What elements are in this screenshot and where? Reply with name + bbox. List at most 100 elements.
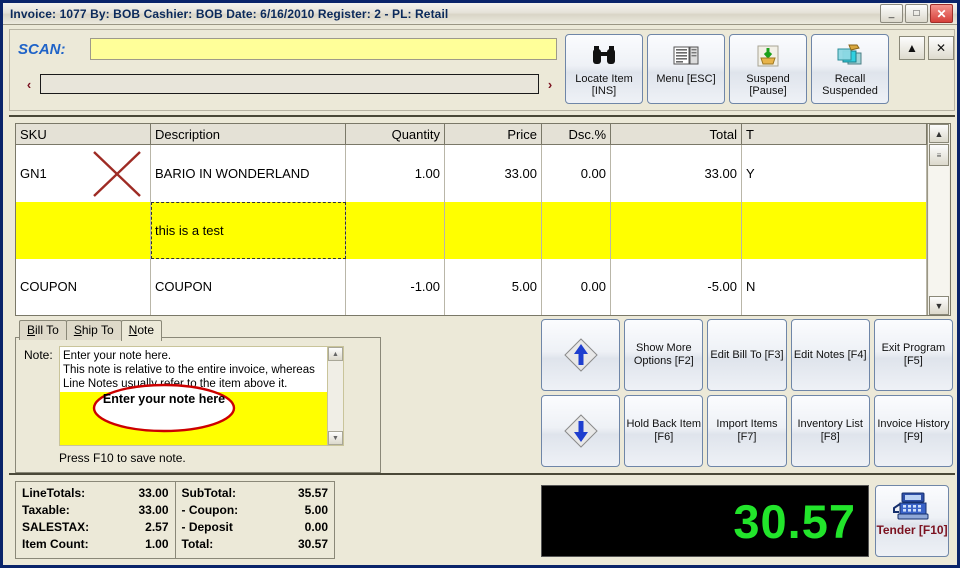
action-buttons: Show More Options [F2] Edit Bill To [F3]… bbox=[541, 319, 953, 467]
total-item-count: Item Count: 1.00 bbox=[22, 536, 169, 553]
suspend-basket-icon bbox=[756, 41, 780, 71]
cell-total: -5.00 bbox=[610, 258, 742, 315]
locate-item-label: Locate Item [INS] bbox=[575, 73, 633, 97]
close-panel-icon[interactable]: ✕ bbox=[928, 36, 954, 60]
column-header-discount[interactable]: Dsc.% bbox=[541, 124, 611, 145]
tender-button[interactable]: Tender [F10] bbox=[875, 485, 949, 557]
note-scroll-down-icon[interactable]: ▼ bbox=[328, 431, 343, 445]
tab-note[interactable]: Note bbox=[120, 320, 162, 341]
invoice-history-button[interactable]: Invoice History [F9] bbox=[873, 395, 953, 467]
note-scroll-up-icon[interactable]: ▲ bbox=[328, 347, 343, 361]
cell-desc: this is a test bbox=[150, 202, 346, 259]
menu-label: Menu [ESC] bbox=[656, 73, 716, 85]
value: 35.57 bbox=[297, 486, 328, 500]
value: 30.57 bbox=[297, 537, 328, 551]
edit-notes-button[interactable]: Edit Notes [F4] bbox=[790, 319, 870, 391]
suspend-button[interactable]: Suspend [Pause] bbox=[729, 34, 807, 104]
invoice-grid: SKU Description Quantity Price Dsc.% Tot… bbox=[15, 123, 951, 316]
menu-button[interactable]: Menu [ESC] bbox=[647, 34, 725, 104]
divider-bottom bbox=[9, 473, 955, 475]
scan-input[interactable] bbox=[90, 38, 557, 60]
column-header-sku[interactable]: SKU bbox=[16, 124, 151, 145]
table-body: GN1 BARIO IN WONDERLAND 1.00 33.00 0.00 … bbox=[16, 144, 928, 315]
scroll-down-item-button[interactable] bbox=[541, 395, 621, 467]
cell-qty: -1.00 bbox=[345, 258, 445, 315]
label: - Coupon: bbox=[181, 503, 239, 517]
suspend-label: Suspend [Pause] bbox=[746, 73, 790, 97]
value: 5.00 bbox=[304, 503, 328, 517]
minimize-button[interactable]: _ bbox=[880, 4, 903, 23]
annotation-ellipse-text: Enter your note here bbox=[102, 392, 226, 406]
totals-right-column: SubTotal: 35.57 - Coupon: 5.00 - Deposit… bbox=[174, 482, 335, 558]
label: LineTotals: bbox=[22, 486, 86, 500]
total-taxable: Taxable: 33.00 bbox=[22, 502, 169, 519]
sku-input[interactable] bbox=[40, 74, 539, 94]
column-header-desc[interactable]: Description bbox=[150, 124, 346, 145]
cell-price: 33.00 bbox=[444, 144, 542, 203]
cell-qty bbox=[345, 202, 445, 259]
label: SALESTAX: bbox=[22, 520, 90, 534]
cell-discount: 0.00 bbox=[541, 258, 611, 315]
cell-total bbox=[610, 202, 742, 259]
tab-ship-to[interactable]: Ship To bbox=[65, 320, 122, 340]
value: 33.00 bbox=[138, 503, 169, 517]
value: 2.57 bbox=[145, 520, 169, 534]
column-header-price[interactable]: Price bbox=[444, 124, 542, 145]
inventory-list-button[interactable]: Inventory List [F8] bbox=[790, 395, 870, 467]
totals-panel: LineTotals: 33.00 Taxable: 33.00 SALESTA… bbox=[15, 481, 335, 559]
value: 1.00 bbox=[145, 537, 169, 551]
maximize-button[interactable]: □ bbox=[905, 4, 928, 23]
recall-suspended-button[interactable]: Recall Suspended bbox=[811, 34, 889, 104]
value: 0.00 bbox=[304, 520, 328, 534]
scroll-up-icon[interactable]: ▲ bbox=[929, 124, 950, 143]
exit-program-button[interactable]: Exit Program [F5] bbox=[873, 319, 953, 391]
sku-row: ‹ › bbox=[18, 69, 561, 99]
binoculars-icon bbox=[590, 41, 618, 71]
collapse-panel-icon[interactable]: ▲ bbox=[899, 36, 925, 60]
table-row-note[interactable]: this is a test bbox=[16, 202, 928, 259]
scrollbar-thumb[interactable]: ≡ bbox=[929, 144, 950, 166]
divider-top bbox=[9, 115, 955, 117]
arrow-up-diamond-icon bbox=[563, 338, 598, 372]
locate-item-button[interactable]: Locate Item [INS] bbox=[565, 34, 643, 104]
display-amount: 30.57 bbox=[733, 494, 856, 548]
grid-scrollbar[interactable]: ▲ ≡ ▼ bbox=[927, 124, 950, 315]
import-items-button[interactable]: Import Items [F7] bbox=[707, 395, 787, 467]
table-row[interactable]: COUPON COUPON -1.00 5.00 0.00 -5.00 N bbox=[16, 258, 928, 315]
scroll-up-item-button[interactable] bbox=[541, 319, 621, 391]
hold-back-item-button[interactable]: Hold Back Item [F6] bbox=[624, 395, 704, 467]
annotation-x-mark bbox=[93, 151, 141, 197]
recall-windows-icon bbox=[835, 41, 865, 71]
note-scrollbar[interactable]: ▲ ▼ bbox=[327, 347, 343, 445]
scrollbar-track[interactable] bbox=[929, 166, 950, 296]
arrow-down-diamond-icon bbox=[563, 414, 598, 448]
close-button[interactable]: ✕ bbox=[930, 4, 953, 23]
invoice-table: SKU Description Quantity Price Dsc.% Tot… bbox=[16, 124, 928, 315]
tab-bill-to[interactable]: Bill To bbox=[19, 320, 67, 340]
label: Total: bbox=[181, 537, 214, 551]
cell-taxable: N bbox=[741, 258, 928, 315]
scan-row: SCAN: bbox=[18, 35, 561, 63]
label: SubTotal: bbox=[181, 486, 236, 500]
scan-area: SCAN: ‹ › bbox=[10, 30, 561, 110]
cell-price bbox=[444, 202, 542, 259]
total-deposit: - Deposit 0.00 bbox=[182, 519, 329, 536]
cell-discount: 0.00 bbox=[541, 144, 611, 203]
amount-display: 30.57 bbox=[541, 485, 869, 557]
column-header-total[interactable]: Total bbox=[610, 124, 742, 145]
table-row[interactable]: GN1 BARIO IN WONDERLAND 1.00 33.00 0.00 … bbox=[16, 144, 928, 203]
column-header-taxable[interactable]: T bbox=[741, 124, 928, 145]
note-label: Note: bbox=[24, 348, 53, 362]
value: 33.00 bbox=[138, 486, 169, 500]
show-more-options-button[interactable]: Show More Options [F2] bbox=[624, 319, 704, 391]
scroll-down-icon[interactable]: ▼ bbox=[929, 296, 950, 315]
cell-taxable bbox=[741, 202, 928, 259]
cell-taxable: Y bbox=[741, 144, 928, 203]
label: Item Count: bbox=[22, 537, 89, 551]
next-record-icon[interactable]: › bbox=[539, 77, 561, 92]
prev-record-icon[interactable]: ‹ bbox=[18, 77, 40, 92]
edit-bill-to-button[interactable]: Edit Bill To [F3] bbox=[707, 319, 787, 391]
cell-sku bbox=[16, 202, 151, 259]
cash-register-icon bbox=[893, 492, 929, 520]
column-header-qty[interactable]: Quantity bbox=[345, 124, 445, 145]
